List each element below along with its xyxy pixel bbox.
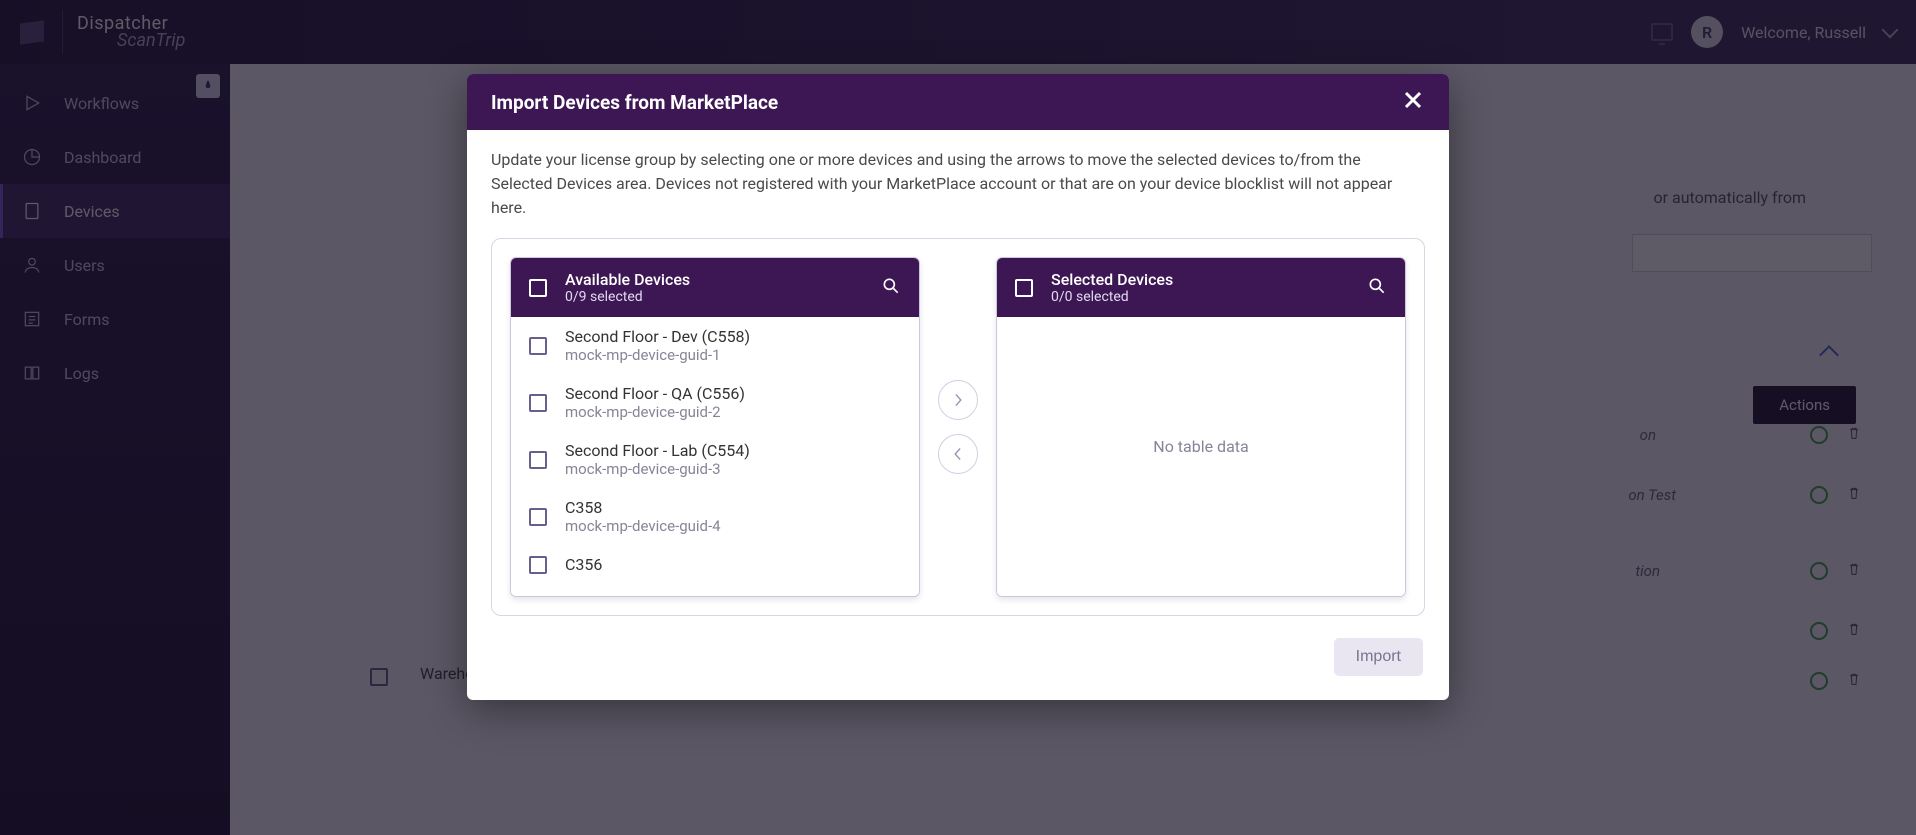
select-all-checkbox[interactable] [1015,279,1033,297]
device-row[interactable]: C358 mock-mp-device-guid-4 [511,488,919,545]
device-checkbox[interactable] [529,508,547,526]
move-right-button[interactable] [938,380,978,420]
device-guid: mock-mp-device-guid-3 [565,460,750,478]
device-name: Second Floor - QA (C556) [565,384,745,403]
empty-state-text: No table data [997,437,1405,456]
device-checkbox[interactable] [529,556,547,574]
device-row[interactable]: C356 [511,545,919,584]
device-row[interactable]: Second Floor - Lab (C554) mock-mp-device… [511,431,919,488]
device-checkbox[interactable] [529,337,547,355]
modal-overlay: Import Devices from MarketPlace Update y… [0,0,1916,835]
selected-devices-list[interactable]: No table data [997,317,1405,596]
search-icon[interactable] [1367,276,1387,300]
panel-selection-count: 0/0 selected [1051,289,1173,305]
device-name: C358 [565,498,721,517]
available-devices-list[interactable]: Second Floor - Dev (C558) mock-mp-device… [511,317,919,596]
device-guid: mock-mp-device-guid-2 [565,403,745,421]
import-devices-modal: Import Devices from MarketPlace Update y… [467,74,1449,700]
device-name: Second Floor - Dev (C558) [565,327,750,346]
device-name: Second Floor - Lab (C554) [565,441,750,460]
selected-devices-panel: Selected Devices 0/0 selected No table d… [996,257,1406,597]
modal-header: Import Devices from MarketPlace [467,74,1449,130]
modal-description: Update your license group by selecting o… [491,148,1425,220]
device-guid: mock-mp-device-guid-1 [565,346,750,364]
panel-title: Selected Devices [1051,270,1173,289]
device-checkbox[interactable] [529,451,547,469]
panel-header: Selected Devices 0/0 selected [997,258,1405,317]
device-checkbox[interactable] [529,394,547,412]
modal-title: Import Devices from MarketPlace [491,91,778,114]
device-row[interactable]: Second Floor - QA (C556) mock-mp-device-… [511,374,919,431]
panel-title: Available Devices [565,270,690,289]
transfer-arrows [938,380,978,474]
device-name: C356 [565,555,602,574]
device-guid: mock-mp-device-guid-4 [565,517,721,535]
move-left-button[interactable] [938,434,978,474]
search-icon[interactable] [881,276,901,300]
available-devices-panel: Available Devices 0/9 selected Second Fl… [510,257,920,597]
close-icon[interactable] [1401,88,1425,116]
panel-header: Available Devices 0/9 selected [511,258,919,317]
select-all-checkbox[interactable] [529,279,547,297]
transfer-container: Available Devices 0/9 selected Second Fl… [491,238,1425,616]
panel-selection-count: 0/9 selected [565,289,690,305]
import-button[interactable]: Import [1334,638,1423,676]
device-row[interactable]: Second Floor - Dev (C558) mock-mp-device… [511,317,919,374]
